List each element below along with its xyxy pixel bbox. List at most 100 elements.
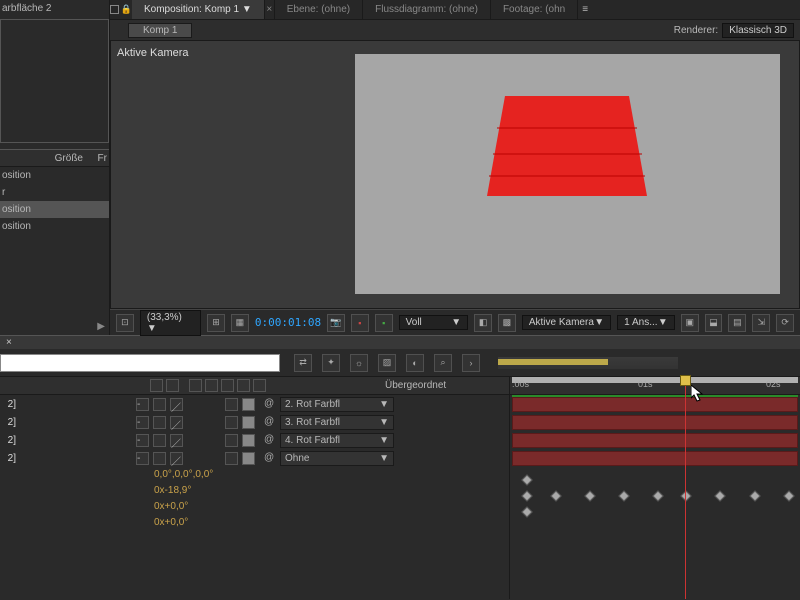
parent-dropdown[interactable]: 2. Rot Farbfl▼	[280, 397, 394, 412]
keyframe-icon[interactable]	[715, 490, 726, 501]
keyframe-icon[interactable]	[783, 490, 794, 501]
keyframe-icon[interactable]	[522, 506, 533, 517]
edit-icon[interactable]: ／	[170, 416, 183, 429]
3d-toggle[interactable]	[242, 416, 255, 429]
3d-toggle[interactable]	[242, 434, 255, 447]
keyframe-icon[interactable]	[584, 490, 595, 501]
header-3d-icon[interactable]	[253, 379, 266, 392]
mini-time-ruler[interactable]	[498, 357, 678, 369]
header-shy-icon[interactable]	[166, 379, 179, 392]
layer-row[interactable]: 2]-／@Ohne▼	[0, 449, 509, 467]
tl-graph-icon[interactable]: ⌕	[434, 354, 452, 372]
composition-viewport[interactable]: Aktive Kamera	[110, 40, 800, 309]
edit-icon[interactable]: ／	[170, 434, 183, 447]
square-icon[interactable]	[110, 5, 119, 14]
keyframe-icon[interactable]	[522, 474, 533, 485]
project-item[interactable]: arbfläche 2	[0, 0, 109, 17]
switch-a[interactable]	[225, 416, 238, 429]
edit-icon[interactable]: ／	[170, 452, 183, 465]
mini-work-area[interactable]	[498, 359, 608, 365]
tl-blend-icon[interactable]: ◐	[406, 354, 424, 372]
shy-toggle[interactable]	[153, 416, 166, 429]
close-tab-icon[interactable]: ×	[265, 0, 275, 19]
property-row[interactable]: 0,0°,0,0°,0,0°	[154, 467, 509, 483]
tl-star-icon[interactable]: ✦	[322, 354, 340, 372]
tab-layer[interactable]: Ebene: (ohne)	[275, 0, 363, 19]
3d-toggle[interactable]	[242, 398, 255, 411]
eye-toggle[interactable]: -	[136, 398, 149, 411]
project-row[interactable]: osition	[0, 167, 109, 184]
shy-toggle[interactable]	[153, 434, 166, 447]
tb-icon-b[interactable]: ⬓	[705, 314, 723, 332]
keyframe-icon[interactable]	[681, 490, 692, 501]
tab-flowchart[interactable]: Flussdiagramm: (ohne)	[363, 0, 491, 19]
property-row[interactable]: 0x+0,0°	[154, 499, 509, 515]
parent-dropdown[interactable]: 4. Rot Farbfl▼	[280, 433, 394, 448]
layer-bar[interactable]	[512, 433, 798, 448]
tb-icon-e[interactable]: ⟳	[776, 314, 794, 332]
snapshot-icon[interactable]: 📷	[327, 314, 345, 332]
tl-blur-icon[interactable]: ▨	[378, 354, 396, 372]
layer-row[interactable]: 2]-／@3. Rot Farbfl▼	[0, 413, 509, 431]
magnify-icon[interactable]: ⊡	[116, 314, 134, 332]
tab-composition[interactable]: Komposition: Komp 1 ▼	[132, 0, 265, 19]
layer-row[interactable]: 2]-／@4. Rot Farbfl▼	[0, 431, 509, 449]
safezones-icon[interactable]: ⊞	[207, 314, 225, 332]
timeline-tracks[interactable]: :00s 01s 02s	[510, 377, 800, 599]
keyframe-icon[interactable]	[749, 490, 760, 501]
eye-toggle[interactable]: -	[136, 434, 149, 447]
project-row[interactable]: osition	[0, 218, 109, 235]
layer-row[interactable]: 2]-／@2. Rot Farbfl▼	[0, 395, 509, 413]
parent-dropdown[interactable]: 3. Rot Farbfl▼	[280, 415, 394, 430]
zoom-dropdown[interactable]: (33,3%) ▼	[140, 310, 201, 336]
time-ruler[interactable]: :00s 01s 02s	[510, 377, 800, 395]
breadcrumb[interactable]: Komp 1	[128, 23, 192, 38]
switch-a[interactable]	[225, 398, 238, 411]
tb-icon-c[interactable]: ▤	[728, 314, 746, 332]
keyframe-icon[interactable]	[652, 490, 663, 501]
pickwhip-icon[interactable]: @	[264, 452, 276, 464]
roi-icon[interactable]: ◧	[474, 314, 492, 332]
transparency-icon[interactable]: ▩	[498, 314, 516, 332]
panel-menu-icon[interactable]: ≡	[578, 0, 592, 19]
layer-bar[interactable]	[512, 415, 798, 430]
header-mb-icon[interactable]	[221, 379, 234, 392]
keyframe-icon[interactable]	[522, 490, 533, 501]
keyframe-icon[interactable]	[550, 490, 561, 501]
pickwhip-icon[interactable]: @	[264, 398, 276, 410]
cti-head-icon[interactable]	[680, 375, 691, 386]
shy-toggle[interactable]	[153, 398, 166, 411]
resolution-dropdown[interactable]: Voll ▼	[399, 315, 468, 330]
lock-icon[interactable]: 🔒	[121, 4, 132, 15]
camera-dropdown[interactable]: Aktive Kamera ▼	[522, 315, 611, 330]
header-fx-icon[interactable]	[189, 379, 202, 392]
expand-icon[interactable]: ▶	[97, 321, 105, 332]
current-time-indicator[interactable]	[685, 377, 686, 599]
eye-toggle[interactable]: -	[136, 452, 149, 465]
column-fr[interactable]: Fr	[85, 150, 109, 166]
pickwhip-icon[interactable]: @	[264, 434, 276, 446]
timecode-display[interactable]: 0:00:01:08	[255, 316, 321, 329]
header-adj-icon[interactable]	[237, 379, 250, 392]
header-eye-icon[interactable]	[150, 379, 163, 392]
column-size[interactable]: Größe	[0, 150, 85, 166]
close-icon[interactable]: ×	[6, 337, 12, 348]
grid-icon[interactable]: ▦	[231, 314, 249, 332]
renderer-dropdown[interactable]: Klassisch 3D	[722, 23, 794, 38]
tab-footage[interactable]: Footage: (ohn	[491, 0, 578, 19]
project-row[interactable]: osition	[0, 201, 109, 218]
property-row[interactable]: 0x-18,9°	[154, 483, 509, 499]
tl-chev-icon[interactable]: ›	[462, 354, 480, 372]
channel2-icon[interactable]: ▪	[375, 314, 393, 332]
header-frame-icon[interactable]	[205, 379, 218, 392]
switch-a[interactable]	[225, 452, 238, 465]
timeline-search-input[interactable]	[0, 354, 280, 372]
layer-bar[interactable]	[512, 397, 798, 412]
tl-sun-icon[interactable]: ☼	[350, 354, 368, 372]
project-row[interactable]: r	[0, 184, 109, 201]
keyframe-icon[interactable]	[618, 490, 629, 501]
3d-toggle[interactable]	[242, 452, 255, 465]
pickwhip-icon[interactable]: @	[264, 416, 276, 428]
eye-toggle[interactable]: -	[136, 416, 149, 429]
switch-a[interactable]	[225, 434, 238, 447]
